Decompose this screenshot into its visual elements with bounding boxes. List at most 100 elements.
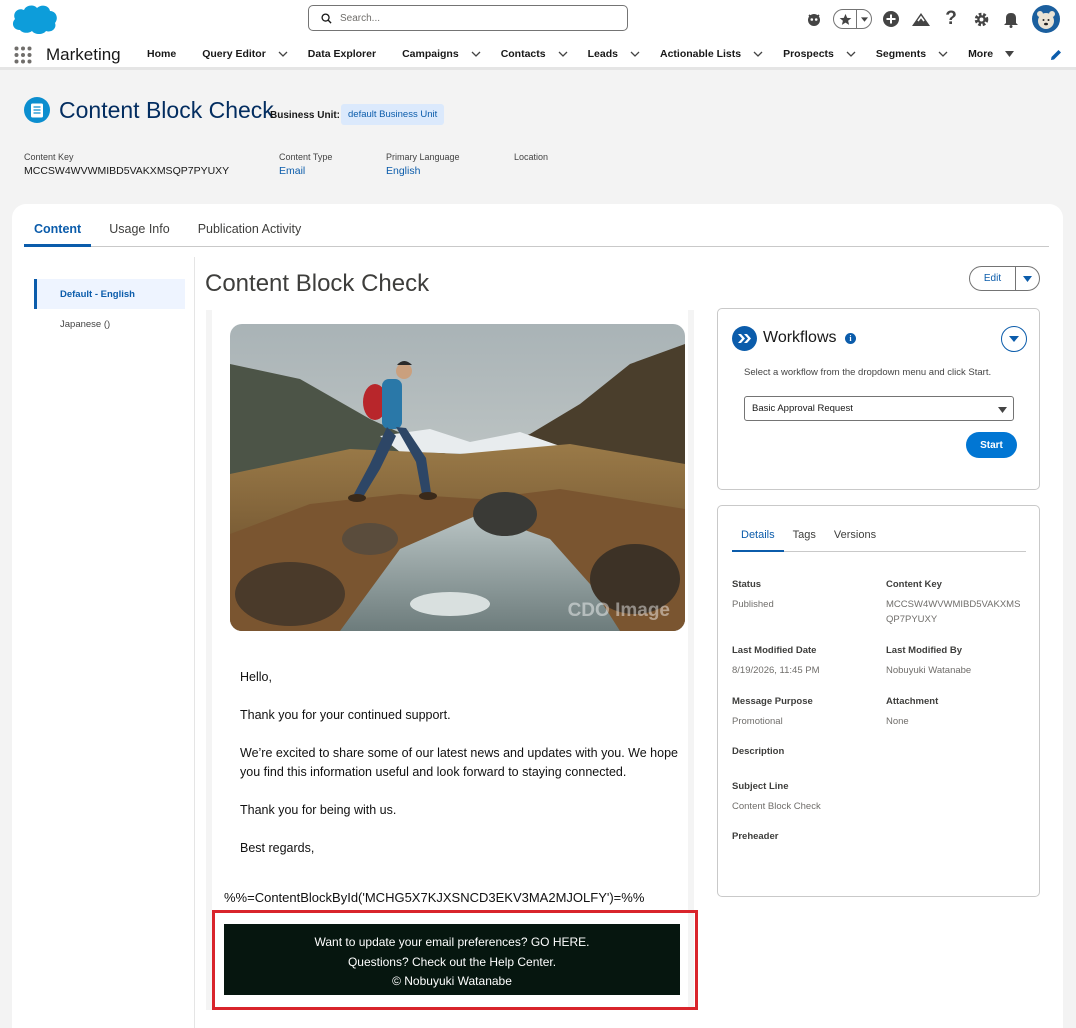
nav-item-data-explorer[interactable]: Data Explorer bbox=[301, 38, 383, 70]
image-watermark: CDO Image bbox=[568, 600, 670, 621]
language-item-default-english[interactable]: Default - English bbox=[34, 279, 185, 309]
email-paragraph-3: Thank you for being with us. bbox=[240, 803, 397, 817]
content-key-label: Content Key bbox=[24, 152, 74, 162]
nav-item-campaigns[interactable]: Campaigns bbox=[395, 38, 494, 70]
global-header: Search... ? bbox=[0, 0, 1076, 38]
details-content-key-label: Content Key bbox=[886, 579, 942, 590]
gear-icon[interactable] bbox=[966, 5, 996, 33]
last-modified-date-value: 8/19/2026, 11:45 PM bbox=[732, 665, 820, 676]
chevron-down-icon[interactable] bbox=[471, 51, 481, 57]
start-workflow-button[interactable]: Start bbox=[966, 432, 1017, 458]
last-modified-date-field: Last Modified Date 8/19/2026, 11:45 PM bbox=[732, 645, 820, 678]
edit-button[interactable]: Edit bbox=[970, 267, 1016, 290]
search-placeholder: Search... bbox=[340, 12, 381, 24]
salesforce-logo[interactable] bbox=[10, 2, 58, 36]
footer-preferences-text: Want to update your email preferences? G… bbox=[314, 935, 590, 949]
nav-item-label: Actionable Lists bbox=[659, 48, 742, 60]
footer-help-text: Questions? Check out the Help Center. bbox=[347, 954, 557, 969]
last-modified-date-label: Last Modified Date bbox=[732, 645, 817, 656]
message-purpose-field: Message Purpose Promotional bbox=[732, 696, 813, 729]
nav-item-label: Data Explorer bbox=[307, 48, 377, 60]
nav-item-label: Segments bbox=[875, 48, 927, 60]
content-type-field: Content Type Email bbox=[279, 152, 332, 177]
content-type-label: Content Type bbox=[279, 152, 333, 162]
app-navigation-bar: Marketing Home Query Editor Data Explorer C… bbox=[0, 38, 1076, 70]
attachment-value: None bbox=[886, 716, 909, 727]
chevron-down-icon[interactable] bbox=[630, 51, 640, 57]
nav-item-home[interactable]: Home bbox=[140, 38, 183, 70]
workflows-title: Workflows bbox=[763, 329, 837, 346]
notification-bell-icon[interactable] bbox=[996, 5, 1026, 33]
preheader-field: Preheader bbox=[732, 831, 778, 849]
status-value: Published bbox=[732, 599, 774, 610]
search-icon bbox=[321, 12, 332, 24]
add-icon[interactable] bbox=[876, 5, 906, 33]
email-paragraph-1: Thank you for your continued support. bbox=[240, 708, 451, 722]
content-key-value: MCCSW4WVWMIBD5VAKXMSQP7PYUXY bbox=[24, 165, 230, 177]
tab-tags[interactable]: Tags bbox=[784, 524, 825, 552]
help-icon[interactable]: ? bbox=[936, 5, 966, 33]
chevron-down-icon[interactable] bbox=[278, 51, 288, 57]
nav-item-prospects[interactable]: Prospects bbox=[776, 38, 869, 70]
details-tabs: Details Tags Versions bbox=[732, 524, 1026, 552]
last-modified-by-label: Last Modified By bbox=[886, 645, 963, 656]
tab-versions[interactable]: Versions bbox=[825, 524, 885, 552]
nav-item-segments[interactable]: Segments bbox=[869, 38, 961, 70]
tab-details[interactable]: Details bbox=[732, 524, 784, 552]
select-caret-icon bbox=[998, 405, 1007, 416]
edit-menu-chevron-down-icon[interactable] bbox=[1016, 267, 1039, 290]
edit-nav-pencil-icon[interactable] bbox=[1050, 48, 1062, 66]
email-paragraph-2: We’re excited to share some of our lates… bbox=[240, 746, 678, 779]
record-tabs: Content Usage Info Publication Activity bbox=[24, 218, 1049, 247]
nav-item-actionable-lists[interactable]: Actionable Lists bbox=[653, 38, 776, 70]
chevron-down-icon[interactable] bbox=[753, 51, 763, 57]
message-purpose-label: Message Purpose bbox=[732, 696, 813, 707]
edit-button-group: Edit bbox=[969, 266, 1040, 291]
language-item-japanese[interactable]: Japanese () bbox=[34, 309, 185, 339]
nav-item-label: More bbox=[968, 48, 994, 60]
nav-item-label: Campaigns bbox=[402, 48, 459, 60]
agent-astro-icon[interactable] bbox=[799, 5, 829, 33]
ampscript-content-block-call: %%=ContentBlockById('MCHG5X7KJXSNCD3EKV3… bbox=[224, 890, 645, 905]
chevron-down-icon[interactable] bbox=[846, 51, 856, 57]
chevron-down-icon[interactable] bbox=[558, 51, 568, 57]
workflow-select[interactable]: Basic Approval Request bbox=[744, 396, 1014, 421]
workflows-help-text: Select a workflow from the dropdown menu… bbox=[744, 367, 992, 378]
details-content-key-line-2: QP7PYUXY bbox=[886, 614, 938, 625]
workflows-collapse-chevron-down-icon[interactable] bbox=[1001, 326, 1027, 352]
last-modified-by-value: Nobuyuki Watanabe bbox=[886, 665, 972, 676]
nav-item-query-editor[interactable]: Query Editor bbox=[195, 38, 301, 70]
subject-line-value: Content Block Check bbox=[732, 801, 821, 812]
info-icon[interactable]: i bbox=[845, 333, 856, 344]
nav-item-label: Prospects bbox=[783, 48, 834, 60]
star-icon[interactable] bbox=[834, 10, 858, 28]
main-content-card: Content Usage Info Publication Activity … bbox=[12, 204, 1063, 1028]
tab-publication-activity[interactable]: Publication Activity bbox=[188, 218, 312, 247]
details-content-key-line-1: MCCSW4WVWMIBD5VAKXMS bbox=[886, 599, 1021, 610]
nav-item-leads[interactable]: Leads bbox=[581, 38, 653, 70]
status-label: Status bbox=[732, 579, 762, 590]
user-avatar[interactable] bbox=[1032, 5, 1060, 33]
chevron-down-icon[interactable] bbox=[1005, 51, 1015, 57]
message-purpose-value: Promotional bbox=[732, 716, 783, 727]
workflow-selected-value: Basic Approval Request bbox=[752, 403, 853, 414]
nav-item-contacts[interactable]: Contacts bbox=[494, 38, 581, 70]
details-content-key-field: Content Key MCCSW4WVWMIBD5VAKXMS QP7PYUX… bbox=[886, 579, 1020, 627]
favorites-chevron-down-icon[interactable] bbox=[857, 10, 871, 28]
email-body-text: Hello, Thank you for your continued supp… bbox=[240, 668, 680, 877]
chevron-down-icon[interactable] bbox=[938, 51, 948, 57]
tab-usage-info[interactable]: Usage Info bbox=[99, 218, 179, 247]
details-card: Details Tags Versions Status Published C… bbox=[717, 505, 1040, 897]
tab-content[interactable]: Content bbox=[24, 218, 92, 247]
app-launcher-icon[interactable] bbox=[14, 46, 32, 69]
location-label: Location bbox=[514, 152, 549, 162]
favorites-group[interactable] bbox=[833, 9, 872, 29]
nav-item-label: Query Editor bbox=[202, 48, 266, 60]
global-search-input[interactable]: Search... bbox=[308, 5, 628, 31]
nav-item-label: Contacts bbox=[500, 48, 546, 60]
nav-item-more[interactable]: More bbox=[961, 38, 1027, 70]
trailhead-icon[interactable] bbox=[906, 5, 936, 33]
preheader-label: Preheader bbox=[732, 831, 779, 842]
app-name: Marketing bbox=[46, 45, 121, 64]
business-unit-badge: default Business Unit bbox=[341, 104, 445, 125]
